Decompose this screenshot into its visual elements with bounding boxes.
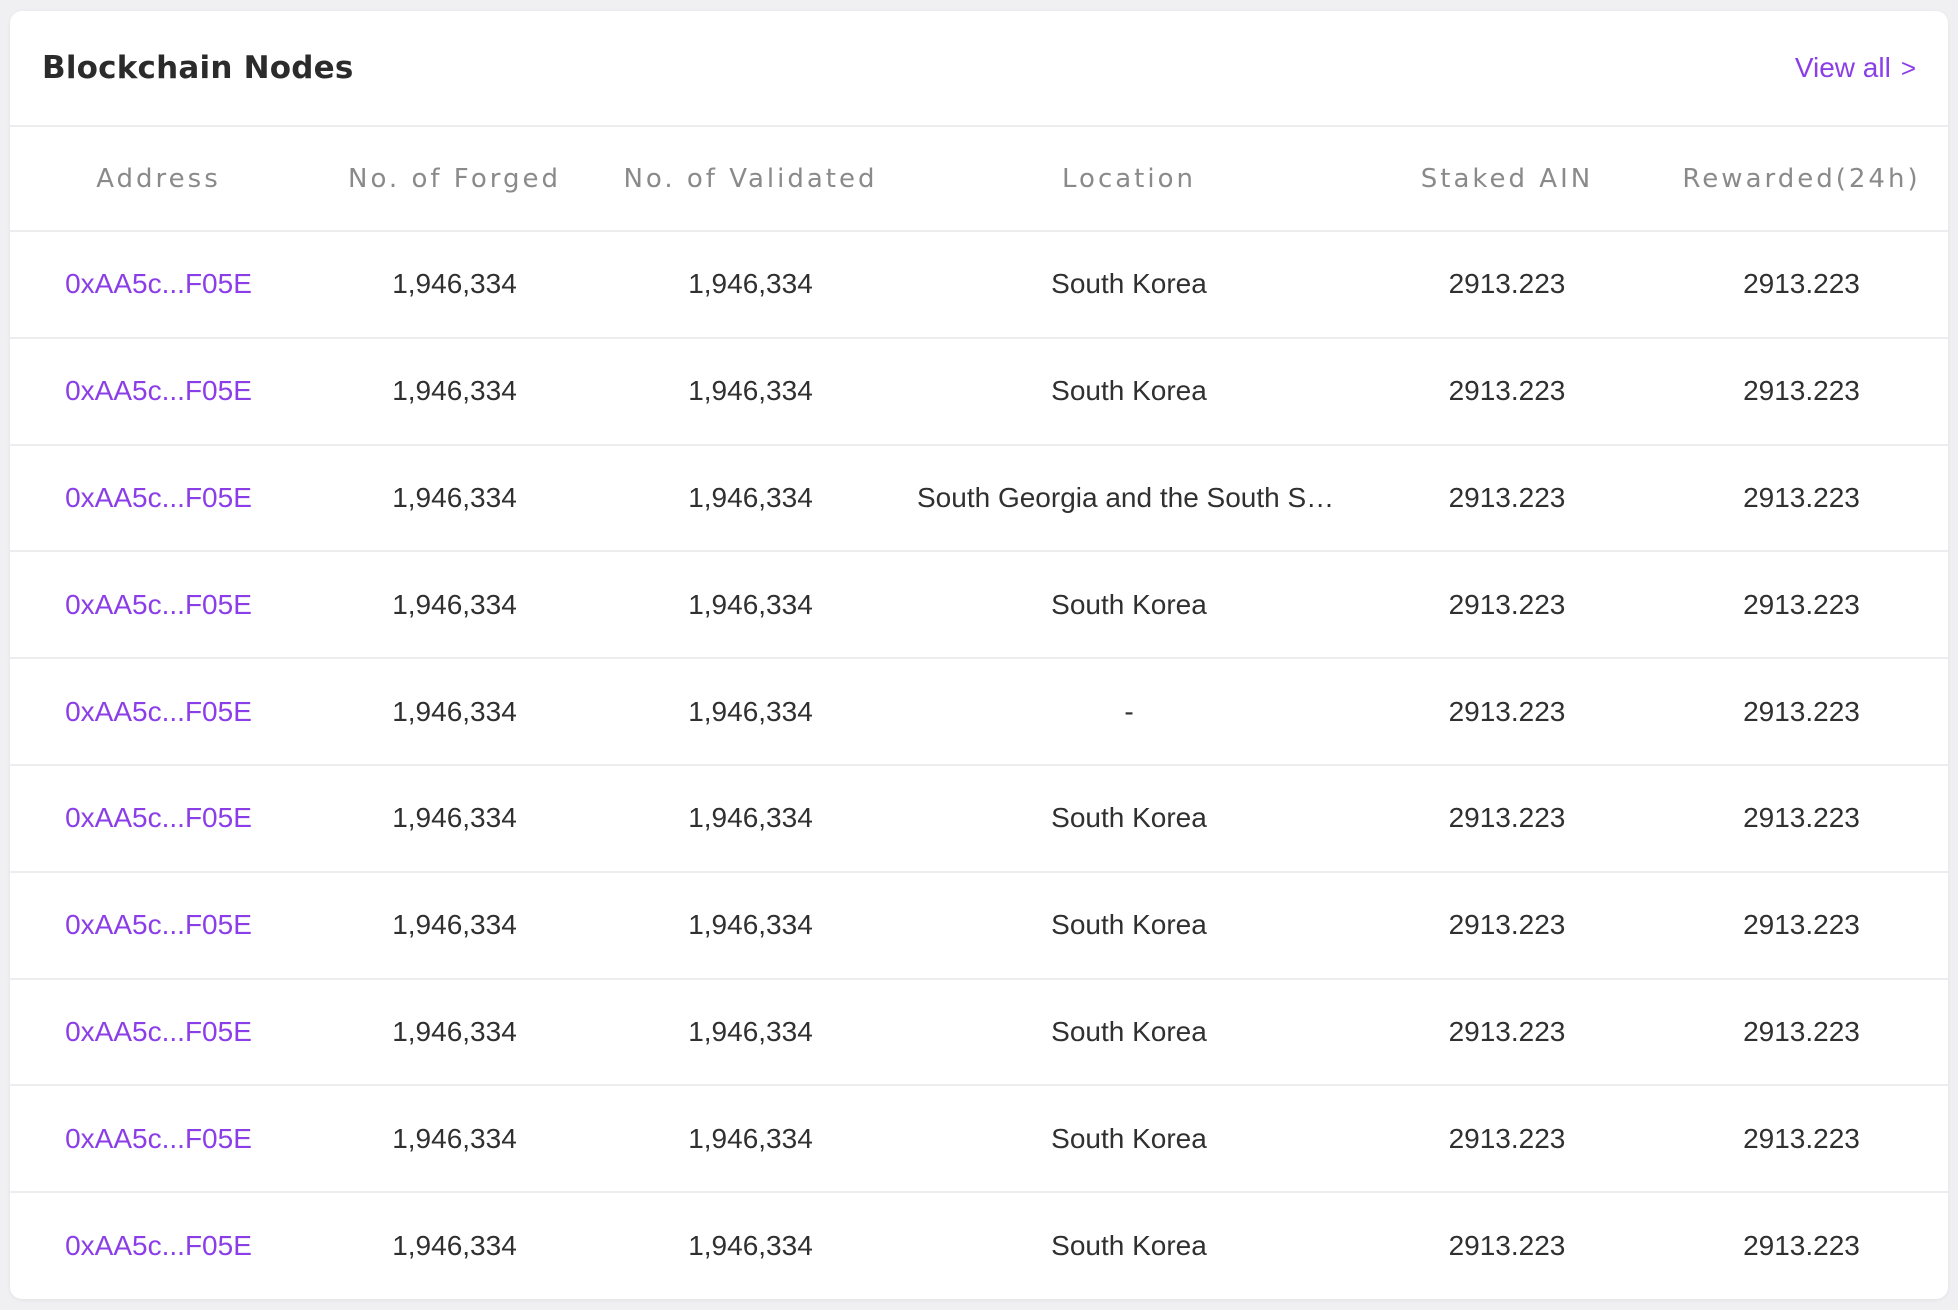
rewarded-cell: 2913.223 bbox=[1655, 871, 1948, 980]
location-cell: - bbox=[899, 658, 1359, 766]
forged-cell: 1,946,334 bbox=[307, 871, 602, 980]
location-cell: South Korea bbox=[899, 978, 1359, 1087]
validated-cell: 1,946,334 bbox=[602, 658, 899, 766]
forged-cell: 1,946,334 bbox=[307, 444, 602, 553]
address-cell[interactable]: 0xAA5c...F05E bbox=[10, 231, 307, 339]
forged-cell: 1,946,334 bbox=[307, 658, 602, 766]
forged-cell: 1,946,334 bbox=[307, 551, 602, 660]
table-row: 0xAA5c...F05E 1,946,334 1,946,334 South Kor… bbox=[10, 1192, 1948, 1299]
address-cell[interactable]: 0xAA5c...F05E bbox=[10, 1192, 307, 1299]
chevron-right-icon: > bbox=[1900, 52, 1916, 83]
rewarded-cell: 2913.223 bbox=[1655, 231, 1948, 339]
address-cell[interactable]: 0xAA5c...F05E bbox=[10, 978, 307, 1087]
validated-cell: 1,946,334 bbox=[602, 764, 899, 873]
location-cell: South Georgia and the South Sandwich Isl… bbox=[899, 444, 1359, 553]
staked-cell: 2913.223 bbox=[1359, 337, 1655, 446]
validated-cell: 1,946,334 bbox=[602, 231, 899, 339]
forged-cell: 1,946,334 bbox=[307, 1085, 602, 1194]
rewarded-cell: 2913.223 bbox=[1655, 658, 1948, 766]
forged-cell: 1,946,334 bbox=[307, 978, 602, 1087]
forged-cell: 1,946,334 bbox=[307, 231, 602, 339]
table-header-row: Address No. of Forged No. of Validated L… bbox=[10, 127, 1948, 232]
staked-cell: 2913.223 bbox=[1359, 658, 1655, 766]
validated-cell: 1,946,334 bbox=[602, 551, 899, 660]
table-row: 0xAA5c...F05E 1,946,334 1,946,334 South Kor… bbox=[10, 978, 1948, 1087]
table-body: 0xAA5c...F05E 1,946,334 1,946,334 South Kor… bbox=[10, 231, 1948, 1299]
rewarded-cell: 2913.223 bbox=[1655, 337, 1948, 446]
table-row: 0xAA5c...F05E 1,946,334 1,946,334 South Kor… bbox=[10, 764, 1948, 873]
address-cell[interactable]: 0xAA5c...F05E bbox=[10, 764, 307, 873]
rewarded-cell: 2913.223 bbox=[1655, 978, 1948, 1087]
address-cell[interactable]: 0xAA5c...F05E bbox=[10, 871, 307, 980]
staked-cell: 2913.223 bbox=[1359, 551, 1655, 660]
column-header-address: Address bbox=[10, 127, 307, 232]
validated-cell: 1,946,334 bbox=[602, 337, 899, 446]
table-row: 0xAA5c...F05E 1,946,334 1,946,334 South Kor… bbox=[10, 1085, 1948, 1194]
location-cell: South Korea bbox=[899, 231, 1359, 339]
column-header-rewarded: Rewarded(24h) bbox=[1655, 127, 1948, 232]
rewarded-cell: 2913.223 bbox=[1655, 764, 1948, 873]
forged-cell: 1,946,334 bbox=[307, 337, 602, 446]
column-header-staked: Staked AIN bbox=[1359, 127, 1655, 232]
location-cell: South Korea bbox=[1051, 1230, 1207, 1262]
rewarded-cell: 2913.223 bbox=[1743, 1230, 1860, 1262]
table-row: 0xAA5c...F05E 1,946,334 1,946,334 South Kor… bbox=[10, 231, 1948, 339]
card-title: Blockchain Nodes bbox=[42, 50, 354, 86]
address-cell[interactable]: 0xAA5c...F05E bbox=[10, 658, 307, 766]
rewarded-cell: 2913.223 bbox=[1655, 551, 1948, 660]
location-cell: South Korea bbox=[899, 551, 1359, 660]
staked-cell: 2913.223 bbox=[1448, 1230, 1566, 1262]
validated-cell: 1,946,334 bbox=[602, 444, 899, 553]
staked-cell: 2913.223 bbox=[1359, 764, 1655, 873]
staked-cell: 2913.223 bbox=[1359, 1085, 1655, 1194]
location-cell: South Korea bbox=[899, 1085, 1359, 1194]
location-cell: South Korea bbox=[899, 337, 1359, 446]
staked-cell: 2913.223 bbox=[1359, 231, 1655, 339]
address-cell[interactable]: 0xAA5c...F05E bbox=[10, 337, 307, 446]
card-header: Blockchain Nodes View all > bbox=[10, 11, 1948, 127]
table-row: 0xAA5c...F05E 1,946,334 1,946,334 South Kor… bbox=[10, 337, 1948, 446]
rewarded-cell: 2913.223 bbox=[1655, 1085, 1948, 1194]
table-row: 0xAA5c...F05E 1,946,334 1,946,334 South Kor… bbox=[10, 551, 1948, 660]
blockchain-nodes-card: Blockchain Nodes View all > Address No. … bbox=[10, 11, 1948, 1299]
address-cell[interactable]: 0xAA5c...F05E bbox=[10, 444, 307, 553]
validated-cell: 1,946,334 bbox=[688, 1230, 813, 1262]
view-all-link[interactable]: View all > bbox=[1795, 52, 1916, 84]
view-all-label: View all bbox=[1794, 52, 1891, 83]
location-cell: South Korea bbox=[899, 871, 1359, 980]
table-row: 0xAA5c...F05E 1,946,334 1,946,334-2913.223… bbox=[10, 658, 1948, 766]
column-header-validated: No. of Validated bbox=[602, 127, 899, 232]
staked-cell: 2913.223 bbox=[1359, 444, 1655, 553]
validated-cell: 1,946,334 bbox=[602, 871, 899, 980]
table-row: 0xAA5c...F05E 1,946,334 1,946,334 South Geo… bbox=[10, 444, 1948, 553]
validated-cell: 1,946,334 bbox=[602, 1085, 899, 1194]
rewarded-cell: 2913.223 bbox=[1655, 444, 1948, 553]
staked-cell: 2913.223 bbox=[1359, 871, 1655, 980]
column-header-location: Location bbox=[899, 127, 1359, 232]
table-row: 0xAA5c...F05E 1,946,334 1,946,334 South Kor… bbox=[10, 871, 1948, 980]
location-cell: South Korea bbox=[899, 764, 1359, 873]
address-cell[interactable]: 0xAA5c...F05E bbox=[10, 1085, 307, 1194]
address-cell[interactable]: 0xAA5c...F05E bbox=[10, 551, 307, 660]
nodes-table: Address No. of Forged No. of Validated L… bbox=[10, 127, 1948, 1299]
forged-cell: 1,946,334 bbox=[392, 1230, 517, 1262]
column-header-forged: No. of Forged bbox=[307, 127, 602, 232]
validated-cell: 1,946,334 bbox=[602, 978, 899, 1087]
staked-cell: 2913.223 bbox=[1359, 978, 1655, 1087]
forged-cell: 1,946,334 bbox=[307, 764, 602, 873]
